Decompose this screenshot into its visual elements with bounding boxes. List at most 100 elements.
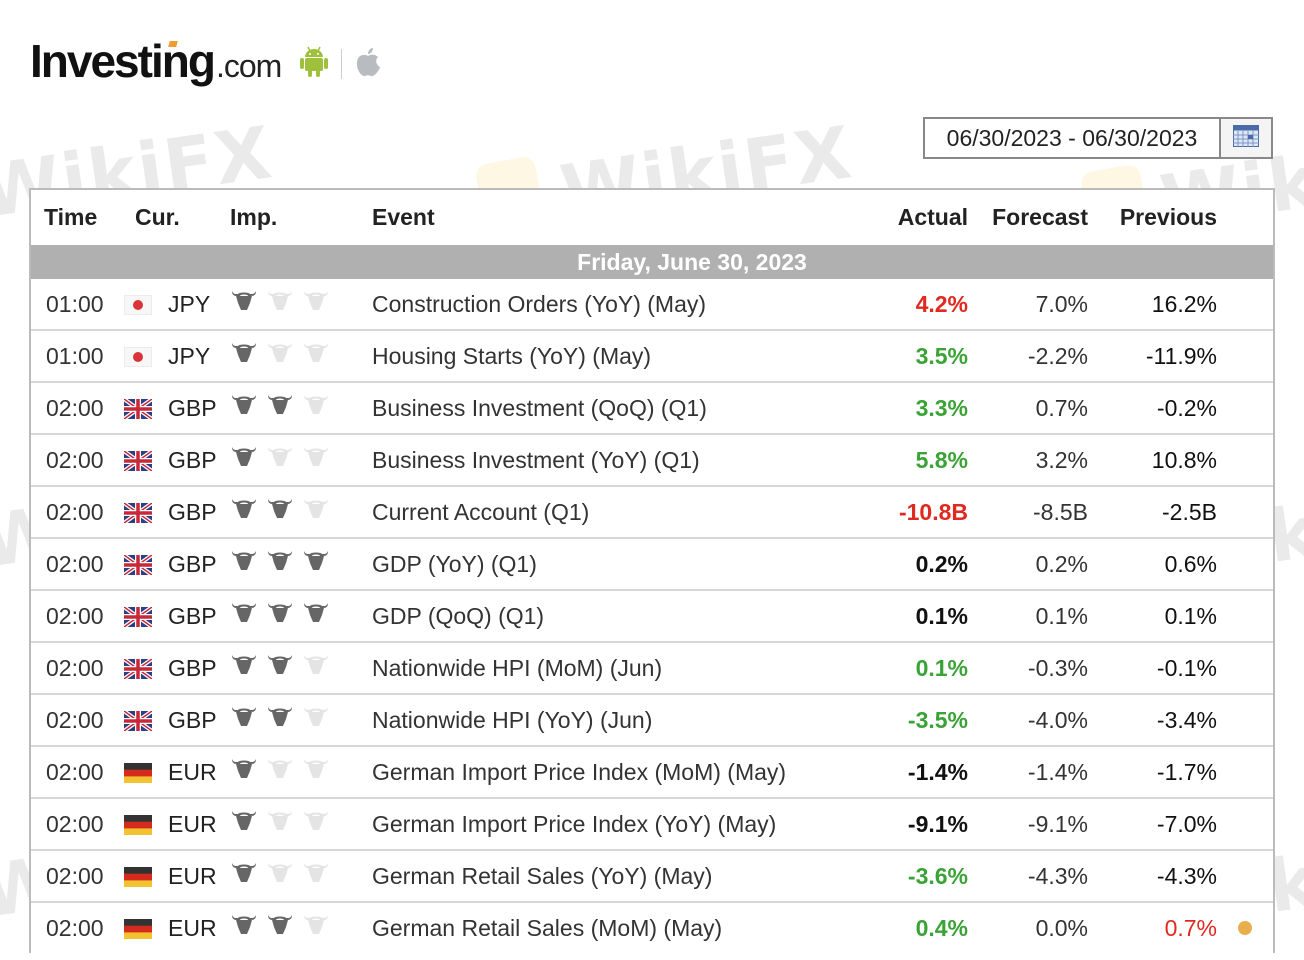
currency-code: EUR [168, 758, 217, 785]
currency-code: GBP [168, 394, 217, 421]
event-name[interactable]: Business Investment (QoQ) (Q1) [358, 395, 848, 422]
previous-value: -1.7% [1156, 758, 1217, 785]
bull-icon [266, 809, 294, 839]
previous-value: 10.8% [1151, 446, 1217, 473]
actual-value: 3.5% [915, 342, 968, 369]
event-row[interactable]: 02:00 GBP GDP (QoQ) (Q1) 0.1% 0.1% 0.1% [31, 589, 1273, 641]
event-name[interactable]: German Import Price Index (YoY) (May) [358, 811, 848, 838]
revised-indicator-icon[interactable] [1238, 921, 1252, 935]
event-currency: GBP [120, 707, 230, 734]
previous-value: 0.6% [1164, 550, 1217, 577]
importance-rating [230, 809, 358, 839]
logo-accent [168, 41, 178, 47]
bull-icon [266, 341, 294, 371]
column-header-time[interactable]: Time [31, 204, 120, 231]
event-time: 02:00 [46, 862, 104, 889]
date-range-picker[interactable]: 06/30/2023 - 06/30/2023 [923, 117, 1273, 159]
calendar-icon [1233, 124, 1259, 152]
event-row[interactable]: 02:00 EUR German Import Price Index (MoM… [31, 745, 1273, 797]
calendar-button[interactable] [1219, 119, 1271, 157]
event-name[interactable]: GDP (QoQ) (Q1) [358, 603, 848, 630]
bull-icon [302, 601, 330, 631]
importance-rating [230, 549, 358, 579]
event-name[interactable]: Business Investment (YoY) (Q1) [358, 447, 848, 474]
bull-icon [266, 653, 294, 683]
germany-flag-icon [124, 866, 152, 887]
column-header-importance[interactable]: Imp. [230, 204, 358, 231]
event-currency: GBP [120, 551, 230, 578]
bull-icon [266, 549, 294, 579]
bull-icon [230, 601, 258, 631]
currency-code: JPY [168, 342, 211, 369]
column-header-actual[interactable]: Actual [848, 204, 968, 231]
investing-logo[interactable]: Investing .com [30, 38, 382, 84]
event-name[interactable]: Nationwide HPI (MoM) (Jun) [358, 655, 848, 682]
event-name[interactable]: German Retail Sales (YoY) (May) [358, 863, 848, 890]
currency-code: GBP [168, 602, 217, 629]
event-currency: GBP [120, 499, 230, 526]
event-row[interactable]: 02:00 GBP Business Investment (YoY) (Q1)… [31, 433, 1273, 485]
event-row[interactable]: 01:00 JPY Construction Orders (YoY) (May… [31, 279, 1273, 329]
android-icon[interactable] [299, 45, 329, 84]
event-row[interactable]: 02:00 GBP Nationwide HPI (YoY) (Jun) -3.… [31, 693, 1273, 745]
event-row[interactable]: 02:00 EUR German Retail Sales (MoM) (May… [31, 901, 1273, 953]
uk-flag-icon [122, 709, 154, 733]
bull-icon [230, 653, 258, 683]
bull-icon [230, 341, 258, 371]
event-name[interactable]: German Import Price Index (MoM) (May) [358, 759, 848, 786]
event-currency: EUR [120, 811, 230, 838]
importance-rating [230, 653, 358, 683]
actual-value: -3.5% [907, 706, 968, 733]
previous-value: 0.1% [1164, 602, 1217, 629]
previous-value: 0.7% [1164, 914, 1217, 941]
event-time: 02:00 [46, 498, 104, 525]
apple-icon[interactable] [354, 46, 382, 83]
event-time: 01:00 [46, 342, 104, 369]
bull-icon [266, 445, 294, 475]
logo-wordmark: Investing [30, 35, 216, 87]
importance-rating [230, 341, 358, 371]
event-row[interactable]: 02:00 GBP GDP (YoY) (Q1) 0.2% 0.2% 0.6% [31, 537, 1273, 589]
previous-value: -2.5B [1162, 498, 1217, 525]
previous-value: -4.3% [1156, 862, 1217, 889]
event-time: 02:00 [46, 394, 104, 421]
event-currency: GBP [120, 603, 230, 630]
event-name[interactable]: Housing Starts (YoY) (May) [358, 343, 848, 370]
event-name[interactable]: Current Account (Q1) [358, 499, 848, 526]
column-header-event[interactable]: Event [358, 204, 848, 231]
event-row[interactable]: 02:00 EUR German Import Price Index (YoY… [31, 797, 1273, 849]
event-name[interactable]: Nationwide HPI (YoY) (Jun) [358, 707, 848, 734]
forecast-value: 0.1% [1035, 602, 1088, 629]
actual-value: -3.6% [907, 862, 968, 889]
bull-icon [266, 861, 294, 891]
event-name[interactable]: GDP (YoY) (Q1) [358, 551, 848, 578]
economic-calendar-table: Time Cur. Imp. Event Actual Forecast Pre… [29, 188, 1275, 953]
previous-value: -0.1% [1156, 654, 1217, 681]
event-row[interactable]: 01:00 JPY Housing Starts (YoY) (May) 3.5… [31, 329, 1273, 381]
forecast-value: -1.4% [1027, 758, 1088, 785]
event-row[interactable]: 02:00 GBP Current Account (Q1) -10.8B -8… [31, 485, 1273, 537]
bull-icon [266, 601, 294, 631]
event-name[interactable]: Construction Orders (YoY) (May) [358, 291, 848, 318]
currency-code: EUR [168, 914, 217, 941]
previous-value: 16.2% [1151, 290, 1217, 317]
bull-icon [266, 497, 294, 527]
uk-flag-icon [122, 657, 154, 681]
column-header-previous[interactable]: Previous [1088, 204, 1217, 231]
date-range-input[interactable]: 06/30/2023 - 06/30/2023 [925, 119, 1219, 157]
event-row[interactable]: 02:00 GBP Nationwide HPI (MoM) (Jun) 0.1… [31, 641, 1273, 693]
column-header-currency[interactable]: Cur. [120, 204, 230, 231]
event-currency: EUR [120, 863, 230, 890]
event-currency: EUR [120, 759, 230, 786]
event-row[interactable]: 02:00 EUR German Retail Sales (YoY) (May… [31, 849, 1273, 901]
germany-flag-icon [124, 762, 152, 783]
event-time: 02:00 [46, 550, 104, 577]
event-row[interactable]: 02:00 GBP Business Investment (QoQ) (Q1)… [31, 381, 1273, 433]
actual-value: -10.8B [898, 498, 968, 525]
column-header-forecast[interactable]: Forecast [968, 204, 1088, 231]
event-currency: EUR [120, 915, 230, 942]
bull-icon [302, 393, 330, 423]
forecast-value: -4.3% [1027, 862, 1088, 889]
event-name[interactable]: German Retail Sales (MoM) (May) [358, 915, 848, 942]
event-time: 02:00 [46, 810, 104, 837]
